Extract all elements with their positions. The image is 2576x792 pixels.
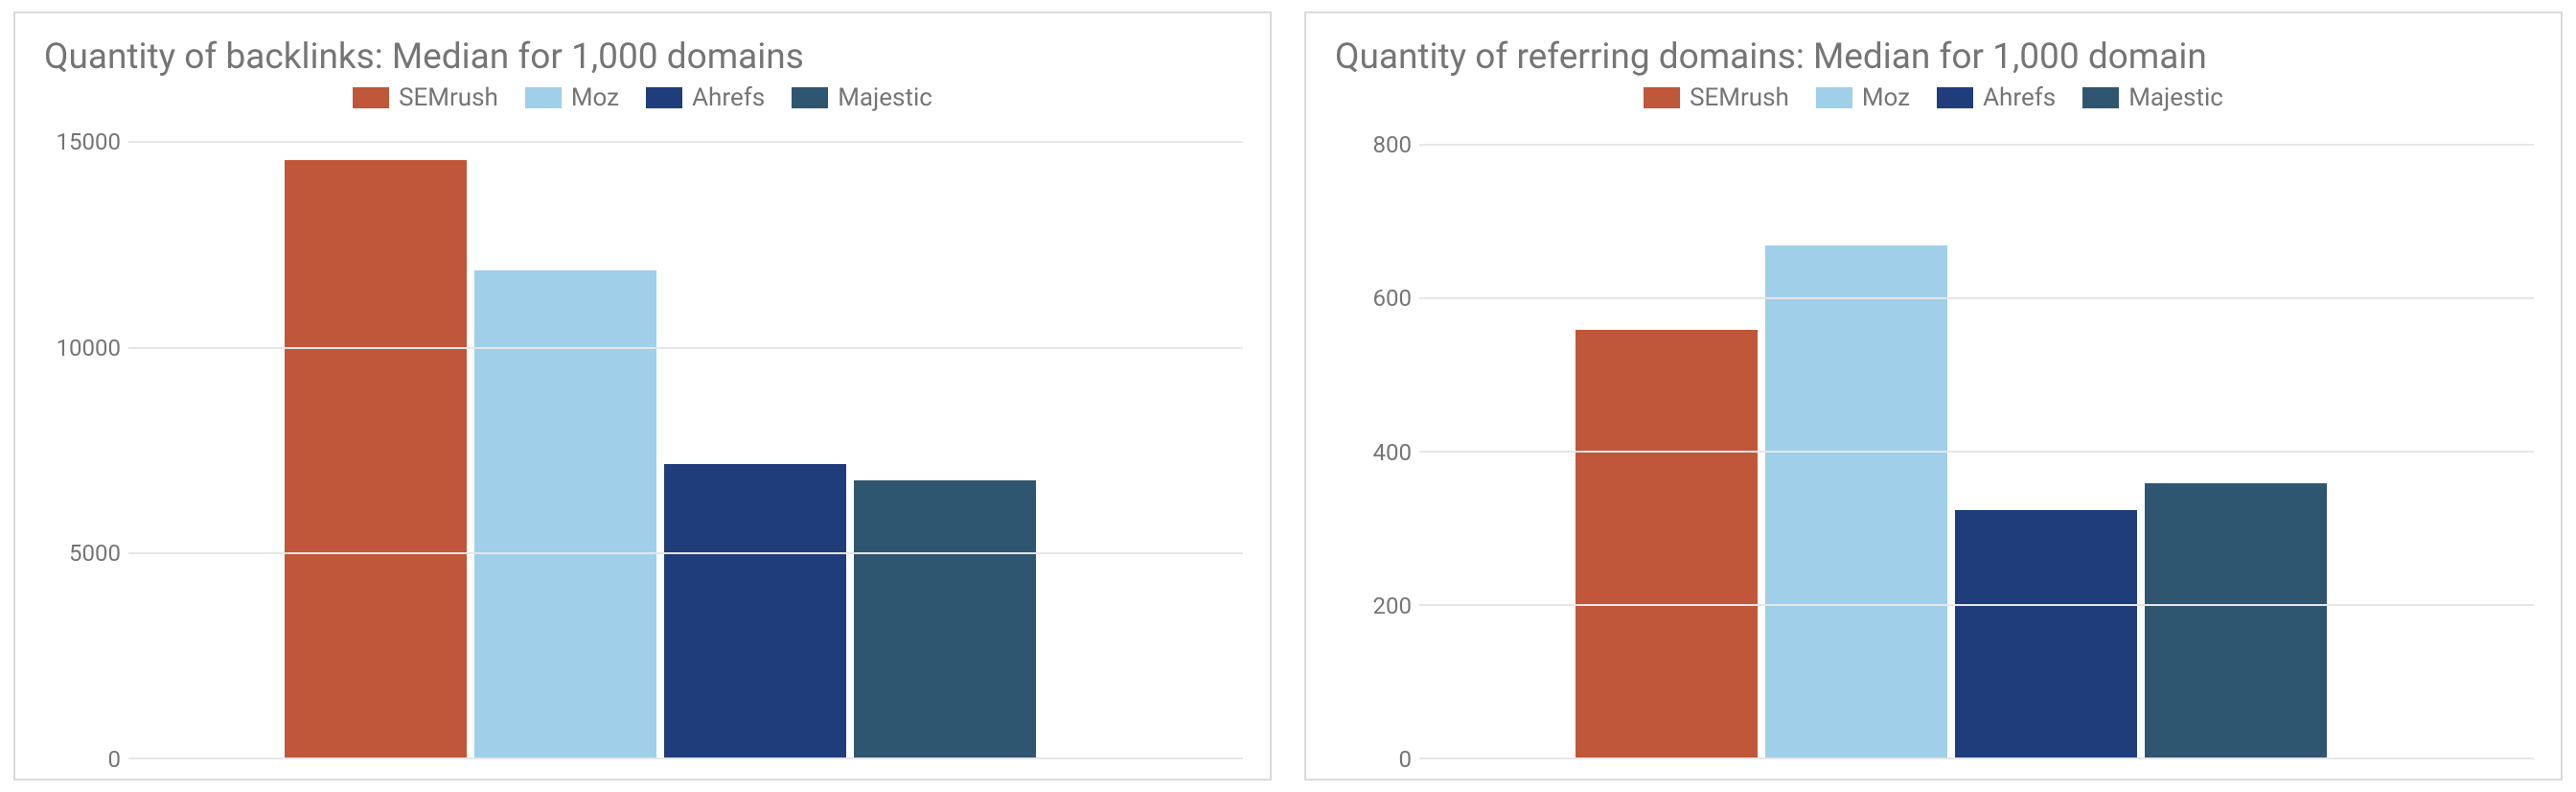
- legend-item-majestic: Majestic: [792, 83, 932, 112]
- bar-row: [1576, 123, 2327, 759]
- legend-item-moz: Moz: [525, 83, 619, 112]
- charts-container: Quantity of backlinks: Median for 1,000 …: [0, 0, 2576, 792]
- y-tick-label: 0: [1335, 746, 1412, 773]
- legend-label: SEMrush: [399, 83, 498, 112]
- y-tick-label: 15000: [44, 128, 121, 155]
- legend-swatch-icon: [353, 87, 389, 108]
- legend-label: Ahrefs: [692, 83, 765, 112]
- y-tick-label: 400: [1335, 439, 1412, 466]
- plot-region: [1419, 122, 2534, 759]
- bar-majestic: [2145, 483, 2327, 759]
- chart-title: Quantity of referring domains: Median fo…: [1335, 36, 2534, 78]
- y-axis: 0200400600800: [1333, 122, 1419, 759]
- y-tick-label: 200: [1335, 593, 1412, 619]
- chart-area: 0200400600800: [1333, 122, 2534, 759]
- bar-row: [285, 123, 1036, 759]
- gridline: [1419, 144, 2534, 146]
- legend-swatch-icon: [1937, 87, 1973, 108]
- legend-label: Majestic: [2128, 83, 2223, 112]
- legend-swatch-icon: [525, 87, 562, 108]
- bar-moz: [474, 270, 656, 759]
- legend-label: Ahrefs: [1983, 83, 2056, 112]
- chart-area: 050001000015000: [42, 122, 1243, 759]
- legend: SEMrush Moz Ahrefs Majestic: [42, 83, 1243, 112]
- legend-swatch-icon: [1816, 87, 1852, 108]
- legend-item-ahrefs: Ahrefs: [1937, 83, 2056, 112]
- gridline: [128, 552, 1243, 554]
- plot-region: [128, 122, 1243, 759]
- bars-group: [128, 123, 1243, 759]
- legend-label: Majestic: [838, 83, 932, 112]
- legend-swatch-icon: [792, 87, 828, 108]
- chart-title: Quantity of backlinks: Median for 1,000 …: [44, 36, 1243, 78]
- y-axis: 050001000015000: [42, 122, 128, 759]
- gridline: [1419, 757, 2534, 759]
- bar-ahrefs: [1955, 510, 2137, 759]
- y-tick-label: 5000: [44, 540, 121, 567]
- gridline: [1419, 451, 2534, 453]
- gridline: [1419, 604, 2534, 606]
- y-tick-label: 800: [1335, 131, 1412, 158]
- legend-item-semrush: SEMrush: [353, 83, 498, 112]
- bar-moz: [1765, 245, 1947, 759]
- bars-group: [1419, 123, 2534, 759]
- legend-item-moz: Moz: [1816, 83, 1910, 112]
- legend-label: SEMrush: [1690, 83, 1789, 112]
- bar-semrush: [1576, 330, 1758, 759]
- legend: SEMrush Moz Ahrefs Majestic: [1333, 83, 2534, 112]
- legend-swatch-icon: [2082, 87, 2119, 108]
- bar-semrush: [285, 160, 467, 759]
- chart-panel-backlinks: Quantity of backlinks: Median for 1,000 …: [13, 12, 1272, 780]
- legend-swatch-icon: [646, 87, 682, 108]
- y-tick-label: 600: [1335, 285, 1412, 312]
- bar-majestic: [854, 480, 1036, 759]
- legend-item-semrush: SEMrush: [1644, 83, 1789, 112]
- y-tick-label: 0: [44, 746, 121, 773]
- gridline: [1419, 297, 2534, 299]
- legend-item-ahrefs: Ahrefs: [646, 83, 765, 112]
- gridline: [128, 347, 1243, 349]
- legend-swatch-icon: [1644, 87, 1680, 108]
- y-tick-label: 10000: [44, 335, 121, 361]
- legend-item-majestic: Majestic: [2082, 83, 2223, 112]
- chart-panel-refdomains: Quantity of referring domains: Median fo…: [1304, 12, 2563, 780]
- gridline: [128, 141, 1243, 143]
- bar-ahrefs: [664, 464, 846, 759]
- legend-label: Moz: [571, 83, 619, 112]
- legend-label: Moz: [1862, 83, 1910, 112]
- gridline: [128, 757, 1243, 759]
